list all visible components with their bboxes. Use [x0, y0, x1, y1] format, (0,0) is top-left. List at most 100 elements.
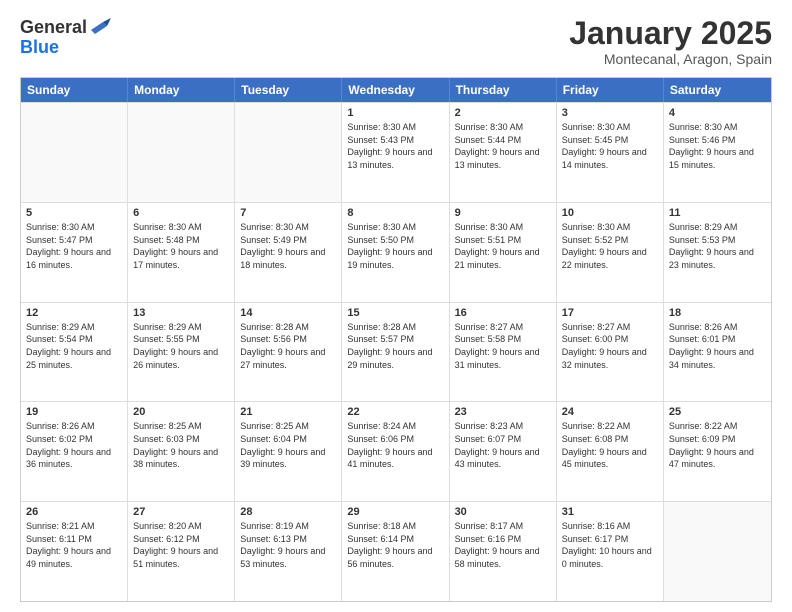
cell-info: Sunrise: 8:26 AM Sunset: 6:01 PM Dayligh… [669, 321, 766, 371]
cal-cell-2-5: 17Sunrise: 8:27 AM Sunset: 6:00 PM Dayli… [557, 303, 664, 402]
cal-cell-0-2 [235, 103, 342, 202]
cell-info: Sunrise: 8:17 AM Sunset: 6:16 PM Dayligh… [455, 520, 551, 570]
header-wednesday: Wednesday [342, 78, 449, 102]
cell-info: Sunrise: 8:28 AM Sunset: 5:56 PM Dayligh… [240, 321, 336, 371]
cal-cell-1-2: 7 Sunrise: 8:30 AM Sunset: 5:49 PM Daylig… [235, 203, 342, 302]
cal-cell-4-5: 31 Sunrise: 8:16 AM Sunset: 6:17 PM Dayli… [557, 502, 664, 601]
cal-cell-0-3: 1 Sunrise: 8:30 AM Sunset: 5:43 PM Daylig… [342, 103, 449, 202]
day-number: 11 [669, 207, 766, 219]
cal-cell-2-1: 13Sunrise: 8:29 AM Sunset: 5:55 PM Dayli… [128, 303, 235, 402]
header-friday: Friday [557, 78, 664, 102]
cal-cell-1-1: 6 Sunrise: 8:30 AM Sunset: 5:48 PM Daylig… [128, 203, 235, 302]
cell-info: Sunrise: 8:30 AM Sunset: 5:48 PM Dayligh… [133, 221, 229, 271]
logo-general: General [20, 18, 87, 36]
cell-info: Sunrise: 8:30 AM Sunset: 5:46 PM Dayligh… [669, 121, 766, 171]
cal-cell-3-5: 24 Sunrise: 8:22 AM Sunset: 6:08 PM Dayli… [557, 402, 664, 501]
cal-cell-0-0 [21, 103, 128, 202]
cal-row-0: 1 Sunrise: 8:30 AM Sunset: 5:43 PM Daylig… [21, 102, 771, 202]
cal-cell-0-5: 3 Sunrise: 8:30 AM Sunset: 5:45 PM Daylig… [557, 103, 664, 202]
cal-cell-1-3: 8Sunrise: 8:30 AM Sunset: 5:50 PM Daylig… [342, 203, 449, 302]
cell-info: Sunrise: 8:25 AM Sunset: 6:04 PM Dayligh… [240, 420, 336, 470]
cal-cell-2-6: 18 Sunrise: 8:26 AM Sunset: 6:01 PM Dayli… [664, 303, 771, 402]
day-number: 30 [455, 506, 551, 518]
logo-icon [89, 16, 111, 38]
title-location: Montecanal, Aragon, Spain [569, 51, 772, 67]
cal-cell-4-4: 30 Sunrise: 8:17 AM Sunset: 6:16 PM Dayli… [450, 502, 557, 601]
cell-info: Sunrise: 8:23 AM Sunset: 6:07 PM Dayligh… [455, 420, 551, 470]
cal-cell-4-6 [664, 502, 771, 601]
day-number: 24 [562, 406, 658, 418]
day-number: 5 [26, 207, 122, 219]
logo-blue: Blue [20, 37, 59, 57]
page: General Blue January 2025 Montecanal, Ar… [0, 0, 792, 612]
cal-cell-4-2: 28 Sunrise: 8:19 AM Sunset: 6:13 PM Dayli… [235, 502, 342, 601]
logo: General Blue [20, 16, 111, 58]
cal-row-3: 19Sunrise: 8:26 AM Sunset: 6:02 PM Dayli… [21, 401, 771, 501]
day-number: 2 [455, 107, 551, 119]
cal-cell-3-2: 21 Sunrise: 8:25 AM Sunset: 6:04 PM Dayli… [235, 402, 342, 501]
cell-info: Sunrise: 8:27 AM Sunset: 5:58 PM Dayligh… [455, 321, 551, 371]
cell-info: Sunrise: 8:26 AM Sunset: 6:02 PM Dayligh… [26, 420, 122, 470]
cell-info: Sunrise: 8:30 AM Sunset: 5:43 PM Dayligh… [347, 121, 443, 171]
day-number: 31 [562, 506, 658, 518]
calendar-header: Sunday Monday Tuesday Wednesday Thursday… [21, 78, 771, 102]
day-number: 8 [347, 207, 443, 219]
cal-cell-1-4: 9Sunrise: 8:30 AM Sunset: 5:51 PM Daylig… [450, 203, 557, 302]
day-number: 18 [669, 307, 766, 319]
cal-cell-1-6: 11 Sunrise: 8:29 AM Sunset: 5:53 PM Dayli… [664, 203, 771, 302]
cal-cell-2-0: 12 Sunrise: 8:29 AM Sunset: 5:54 PM Dayli… [21, 303, 128, 402]
day-number: 22 [347, 406, 443, 418]
cell-info: Sunrise: 8:16 AM Sunset: 6:17 PM Dayligh… [562, 520, 658, 570]
day-number: 23 [455, 406, 551, 418]
cell-info: Sunrise: 8:18 AM Sunset: 6:14 PM Dayligh… [347, 520, 443, 570]
day-number: 21 [240, 406, 336, 418]
header-sunday: Sunday [21, 78, 128, 102]
cell-info: Sunrise: 8:29 AM Sunset: 5:54 PM Dayligh… [26, 321, 122, 371]
cal-cell-3-6: 25 Sunrise: 8:22 AM Sunset: 6:09 PM Dayli… [664, 402, 771, 501]
day-number: 1 [347, 107, 443, 119]
cell-info: Sunrise: 8:30 AM Sunset: 5:49 PM Dayligh… [240, 221, 336, 271]
cal-cell-2-2: 14Sunrise: 8:28 AM Sunset: 5:56 PM Dayli… [235, 303, 342, 402]
cell-info: Sunrise: 8:22 AM Sunset: 6:09 PM Dayligh… [669, 420, 766, 470]
calendar: Sunday Monday Tuesday Wednesday Thursday… [20, 77, 772, 602]
day-number: 25 [669, 406, 766, 418]
day-number: 10 [562, 207, 658, 219]
cell-info: Sunrise: 8:30 AM Sunset: 5:44 PM Dayligh… [455, 121, 551, 171]
day-number: 6 [133, 207, 229, 219]
day-number: 12 [26, 307, 122, 319]
cell-info: Sunrise: 8:30 AM Sunset: 5:47 PM Dayligh… [26, 221, 122, 271]
day-number: 15 [347, 307, 443, 319]
day-number: 9 [455, 207, 551, 219]
cal-cell-1-5: 10 Sunrise: 8:30 AM Sunset: 5:52 PM Dayli… [557, 203, 664, 302]
cal-cell-4-0: 26 Sunrise: 8:21 AM Sunset: 6:11 PM Dayli… [21, 502, 128, 601]
title-section: January 2025 Montecanal, Aragon, Spain [569, 16, 772, 67]
cell-info: Sunrise: 8:30 AM Sunset: 5:52 PM Dayligh… [562, 221, 658, 271]
day-number: 16 [455, 307, 551, 319]
cell-info: Sunrise: 8:25 AM Sunset: 6:03 PM Dayligh… [133, 420, 229, 470]
calendar-body: 1 Sunrise: 8:30 AM Sunset: 5:43 PM Daylig… [21, 102, 771, 601]
day-number: 13 [133, 307, 229, 319]
day-number: 7 [240, 207, 336, 219]
cell-info: Sunrise: 8:19 AM Sunset: 6:13 PM Dayligh… [240, 520, 336, 570]
day-number: 28 [240, 506, 336, 518]
cell-info: Sunrise: 8:29 AM Sunset: 5:53 PM Dayligh… [669, 221, 766, 271]
cal-row-2: 12 Sunrise: 8:29 AM Sunset: 5:54 PM Dayli… [21, 302, 771, 402]
cal-cell-1-0: 5 Sunrise: 8:30 AM Sunset: 5:47 PM Daylig… [21, 203, 128, 302]
cal-cell-2-4: 16 Sunrise: 8:27 AM Sunset: 5:58 PM Dayli… [450, 303, 557, 402]
header-thursday: Thursday [450, 78, 557, 102]
day-number: 27 [133, 506, 229, 518]
header: General Blue January 2025 Montecanal, Ar… [20, 16, 772, 67]
cal-cell-3-3: 22Sunrise: 8:24 AM Sunset: 6:06 PM Dayli… [342, 402, 449, 501]
header-tuesday: Tuesday [235, 78, 342, 102]
cal-cell-3-0: 19Sunrise: 8:26 AM Sunset: 6:02 PM Dayli… [21, 402, 128, 501]
day-number: 3 [562, 107, 658, 119]
cell-info: Sunrise: 8:21 AM Sunset: 6:11 PM Dayligh… [26, 520, 122, 570]
cell-info: Sunrise: 8:30 AM Sunset: 5:45 PM Dayligh… [562, 121, 658, 171]
cal-cell-4-1: 27Sunrise: 8:20 AM Sunset: 6:12 PM Dayli… [128, 502, 235, 601]
cell-info: Sunrise: 8:22 AM Sunset: 6:08 PM Dayligh… [562, 420, 658, 470]
title-month: January 2025 [569, 16, 772, 51]
cal-row-4: 26 Sunrise: 8:21 AM Sunset: 6:11 PM Dayli… [21, 501, 771, 601]
cal-cell-0-6: 4Sunrise: 8:30 AM Sunset: 5:46 PM Daylig… [664, 103, 771, 202]
day-number: 26 [26, 506, 122, 518]
day-number: 20 [133, 406, 229, 418]
